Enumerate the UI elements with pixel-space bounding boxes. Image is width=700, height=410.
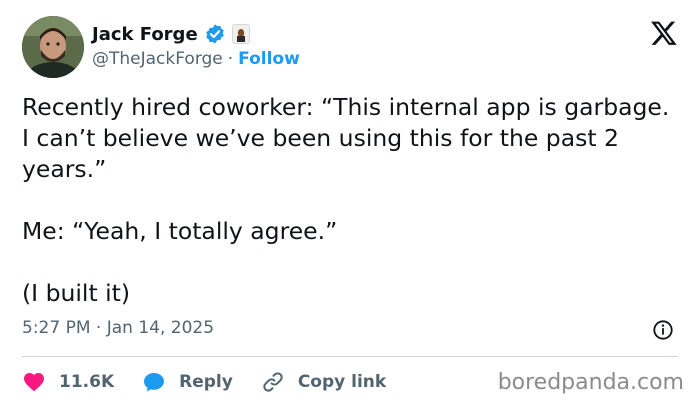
tweet-paragraph: Me: “Yeah, I totally agree.”: [22, 217, 338, 245]
tweet-actions: 11.6K Reply Copy link: [22, 368, 414, 396]
avatar[interactable]: [22, 16, 84, 78]
watermark: boredpanda.com: [497, 370, 684, 395]
verified-badge-icon: [205, 24, 224, 44]
author-name-row: Jack Forge: [92, 22, 250, 46]
info-icon[interactable]: [652, 319, 674, 341]
tweet-paragraph: (I built it): [22, 279, 131, 307]
copy-link-button[interactable]: Copy link: [261, 370, 386, 394]
affiliate-badge-icon[interactable]: [231, 24, 250, 44]
tweet-paragraph: Recently hired coworker: “This internal …: [22, 93, 670, 183]
link-icon: [263, 372, 283, 392]
tweet-timestamp[interactable]: 5:27 PM · Jan 14, 2025: [22, 318, 214, 338]
follow-button[interactable]: Follow: [238, 49, 300, 69]
tweet-card: Jack Forge @TheJackForge · Follow Recent…: [0, 0, 700, 410]
author-handle[interactable]: @TheJackForge: [92, 49, 223, 69]
reply-bubble-icon: [144, 373, 165, 392]
like-button[interactable]: 11.6K: [22, 370, 114, 394]
x-logo-icon[interactable]: [650, 19, 678, 47]
like-count: 11.6K: [59, 372, 115, 392]
reply-button[interactable]: Reply: [142, 370, 233, 394]
handle-separator: ·: [227, 49, 234, 69]
reply-label: Reply: [179, 372, 233, 392]
tweet-text: Recently hired coworker: “This internal …: [22, 92, 682, 309]
copy-link-label: Copy link: [297, 372, 387, 392]
divider: [22, 356, 678, 357]
author-handle-row: @TheJackForge · Follow: [92, 49, 300, 69]
author-name[interactable]: Jack Forge: [92, 24, 198, 45]
heart-icon: [24, 373, 44, 392]
